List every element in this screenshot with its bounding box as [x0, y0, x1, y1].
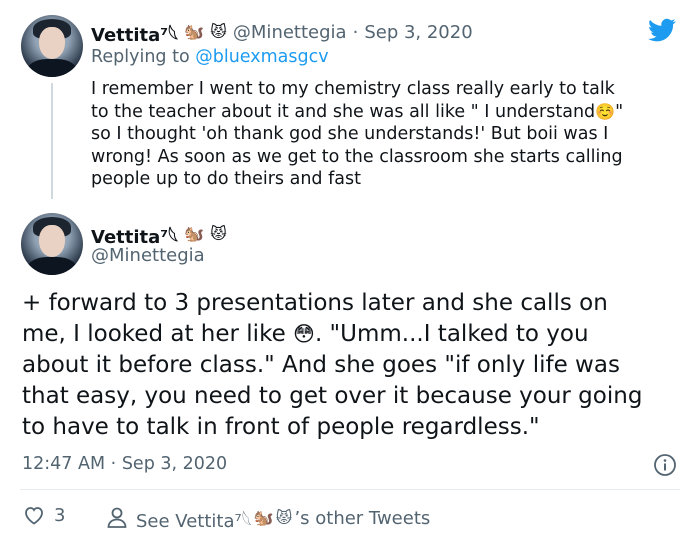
squirrel-emoji: 🐿️ [253, 508, 274, 527]
handle[interactable]: @Minettegia [91, 245, 205, 266]
tweet2-text: + forward to 3 presentations later and s… [22, 288, 682, 443]
flushed-emoji: 😳 [293, 322, 315, 346]
tweet1-line: wrong! As soon as we get to the classroo… [91, 146, 623, 167]
tweet1-line: I remember I went to my chemistry class … [91, 79, 615, 99]
like-button[interactable]: 3 [22, 503, 65, 527]
tweet2-line: me, I looked at her like 😳. "Umm...I tal… [22, 319, 682, 350]
divider [20, 489, 680, 490]
tweet1-line-end: " [615, 101, 624, 122]
tweet-time: 12:47 AM [22, 454, 106, 474]
avatar-body [27, 257, 77, 275]
heart-icon [25, 507, 43, 525]
avatar-face [39, 27, 65, 59]
tweet2-line: that easy, you need to get over it becau… [22, 383, 643, 409]
cat-emoji: 😾 [210, 22, 227, 41]
squirrel-emoji: 🐿️ [184, 22, 205, 41]
avatar[interactable] [21, 213, 83, 275]
avatar[interactable] [21, 15, 83, 77]
cat-emoji: 😾 [210, 224, 227, 243]
replying-prefix: Replying to [91, 47, 190, 67]
like-count: 3 [54, 504, 66, 526]
display-name[interactable]: Vettita⁷𓆩 [91, 17, 178, 47]
tweet1-line: so I thought 'oh thank god she understan… [91, 124, 609, 144]
tweet1-line: to the teacher about it and she was all … [91, 101, 681, 124]
twitter-bird-icon[interactable] [646, 16, 678, 44]
tweet-timestamp[interactable]: 12:47 AM · Sep 3, 2020 [22, 454, 227, 474]
see-prefix: See Vettita⁷𓆩 [136, 511, 252, 532]
reply-handle-link[interactable]: @bluexmasgcv [195, 47, 328, 67]
tweet1-line-text: to the teacher about it and she was all … [91, 101, 596, 122]
tweet2-line: + forward to 3 presentations later and s… [22, 290, 608, 316]
thread-line [51, 83, 53, 199]
see-other-tweets-link[interactable]: See Vettita⁷𓆩 🐿️ 😾 ’s other Tweets [106, 503, 430, 533]
separator: · [352, 21, 359, 43]
tweet1-text: I remember I went to my chemistry class … [91, 78, 681, 191]
tweet-date[interactable]: Sep 3, 2020 [364, 22, 472, 43]
tweet2-line: about it before class." And she goes "if… [22, 352, 620, 378]
tweet-date: Sep 3, 2020 [121, 454, 228, 474]
tweet2-line-rest: . "Umm...I talked to you [314, 321, 589, 347]
tweet2-line: to have to talk in front of people regar… [22, 414, 540, 440]
smiling-emoji: ☺️ [595, 101, 616, 121]
person-icon [107, 507, 127, 528]
tweet1-line: people up to do theirs and fast [91, 169, 361, 189]
separator: · [110, 454, 117, 474]
cat-emoji: 😾 [275, 508, 293, 527]
replying-to: Replying to @bluexmasgcv [91, 47, 329, 67]
see-suffix: ’s other Tweets [294, 507, 431, 529]
info-icon[interactable] [653, 453, 677, 477]
tweet2-line-text: me, I looked at her like [22, 321, 286, 347]
avatar-face [39, 225, 65, 257]
tweet1-header: Vettita⁷𓆩 🐿️ 😾 @Minettegia · Sep 3, 2020 [91, 17, 473, 47]
avatar-body [27, 59, 77, 77]
squirrel-emoji: 🐿️ [184, 224, 205, 243]
handle[interactable]: @Minettegia [233, 22, 347, 43]
